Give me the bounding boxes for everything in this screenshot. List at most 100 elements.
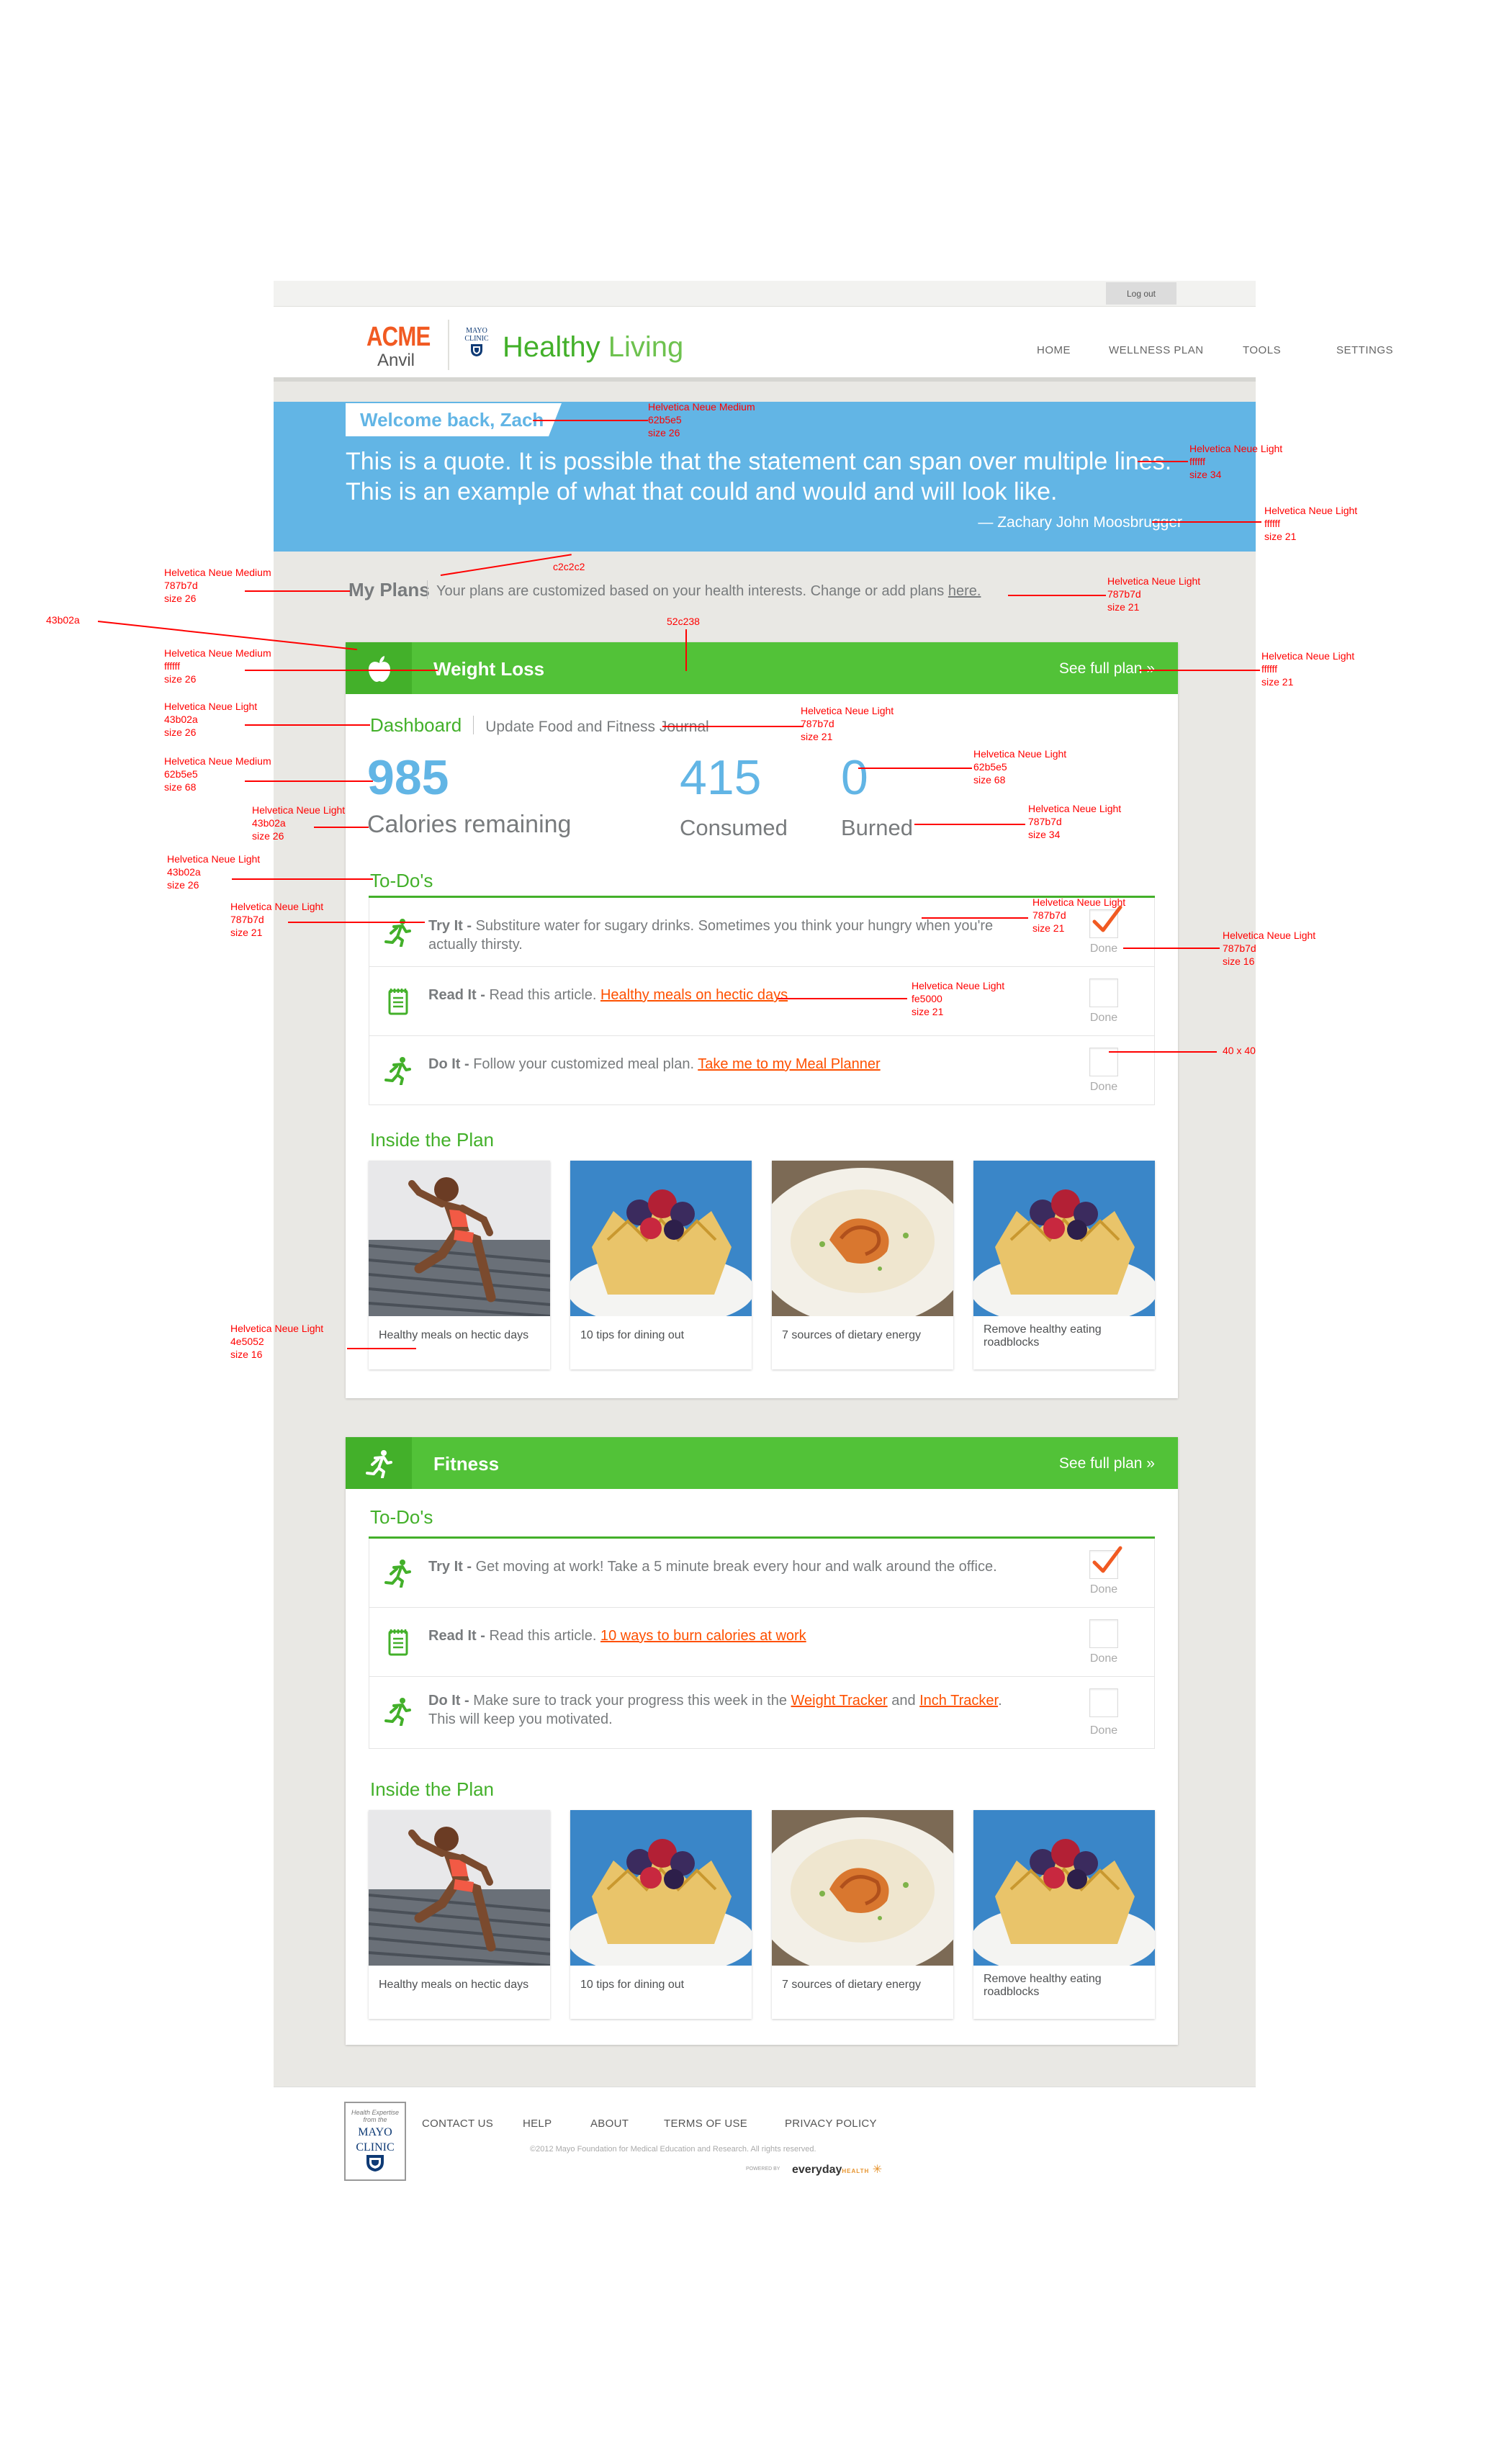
thumbnail-card[interactable]: Healthy meals on hectic days [369, 1810, 550, 2019]
mayo-shield-icon [366, 2155, 384, 2172]
todo-checkbox[interactable] [1089, 978, 1118, 1007]
tab-dashboard[interactable]: Dashboard [370, 714, 462, 736]
anno-line: Helvetica Neue Light [1261, 650, 1355, 662]
thumbnail-card[interactable]: 7 sources of dietary energy [772, 1810, 953, 2019]
burn-calories-link[interactable]: 10 ways to burn calories at work [600, 1628, 806, 1644]
todo-checkbox[interactable] [1089, 1619, 1118, 1648]
anno-line: size 21 [1032, 922, 1065, 934]
footer-about[interactable]: ABOUT [590, 2118, 629, 2130]
todo-text: Read It - Read this article. 10 ways to … [428, 1626, 1033, 1645]
runner-icon [366, 1450, 392, 1478]
anno-line: size 21 [230, 927, 263, 938]
everyday-health-logo[interactable]: everydayHEALTH ✳ [792, 2162, 882, 2177]
footer-help[interactable]: HELP [523, 2118, 552, 2130]
weight-loss-todos-title: To-Do's [370, 870, 433, 891]
thumbnail-card[interactable]: Remove healthy eating roadblocks [973, 1161, 1155, 1369]
anno-line: size 34 [1028, 829, 1061, 840]
annotation-line [685, 629, 687, 671]
change-plans-link[interactable]: here. [948, 583, 981, 599]
anno-line: size 21 [1107, 601, 1140, 613]
thumbnail-card[interactable]: Healthy meals on hectic days [369, 1161, 550, 1369]
mayo-name-1: MAYO [358, 2126, 392, 2138]
annotation-line [1152, 521, 1261, 523]
acme-logo[interactable]: ACME Anvil [360, 323, 432, 370]
header: ACME Anvil MAYO CLINIC Healthy Living HO… [274, 307, 1393, 382]
healthy-meals-link[interactable]: Healthy meals on hectic days [600, 987, 788, 1003]
top-bar: Log out [274, 281, 1256, 307]
anno-line: Helvetica Neue Medium [164, 647, 271, 659]
thumbnail-card[interactable]: 7 sources of dietary energy [772, 1161, 953, 1369]
meal-planner-link[interactable]: Take me to my Meal Planner [698, 1056, 880, 1072]
nav-settings[interactable]: SETTINGS [1336, 344, 1393, 356]
anno-line: Helvetica Neue Light [230, 1323, 324, 1334]
weight-loss-see-full-plan[interactable]: See full plan » [1059, 660, 1155, 678]
fitness-icon-box [346, 1437, 412, 1489]
anno-line: Helvetica Neue Light [167, 853, 261, 865]
tab-separator [473, 716, 474, 734]
anno-line: 62b5e5 [648, 414, 682, 426]
anno-line: 787b7d [801, 718, 834, 729]
todo-checkbox[interactable] [1089, 1688, 1118, 1717]
anno-line: size 21 [1261, 676, 1294, 688]
nav-wellness-plan[interactable]: WELLNESS PLAN [1109, 344, 1204, 356]
anno-line: size 26 [167, 879, 199, 891]
annotation-burned-label: Helvetica Neue Light 787b7d size 34 [1028, 802, 1121, 841]
todo-body: Read this article. [485, 1628, 600, 1644]
fitness-see-full-plan[interactable]: See full plan » [1059, 1455, 1155, 1472]
annotation-seeall: Helvetica Neue Light ffffff size 21 [1261, 649, 1354, 688]
annotation-line [533, 420, 648, 421]
annotation-card-title: Helvetica Neue Medium ffffff size 26 [164, 647, 271, 685]
footer: Health Expertise from the MAYO CLINIC CO… [274, 2087, 1256, 2195]
my-plans-description: Your plans are customized based on your … [436, 583, 981, 600]
anno-line: size 21 [801, 731, 833, 742]
weight-loss-title: Weight Loss [433, 658, 545, 680]
anno-line: 787b7d [230, 914, 264, 925]
annotation-line [662, 726, 804, 727]
mayo-tagline: Health Expertise from the [351, 2109, 400, 2123]
nav-tools[interactable]: TOOLS [1243, 344, 1281, 356]
thumbnail-caption: 10 tips for dining out [580, 1979, 685, 1991]
todo-kind: Do It - [428, 1056, 469, 1072]
annotation-myplans-desc: Helvetica Neue Light 787b7d size 21 [1107, 575, 1200, 613]
todo-done-label: Done [1089, 1583, 1118, 1596]
weight-tracker-link[interactable]: Weight Tracker [791, 1693, 888, 1709]
annotation-line [245, 590, 350, 592]
thumbnail-caption: 7 sources of dietary energy [782, 1329, 921, 1341]
quote-line-1: This is a quote. It is possible that the… [346, 448, 1172, 475]
anno-line: Helvetica Neue Light [230, 901, 324, 912]
anno-line: 787b7d [1028, 816, 1062, 827]
logout-button[interactable]: Log out [1106, 282, 1176, 305]
inch-tracker-link[interactable]: Inch Tracker [919, 1693, 998, 1709]
annotation-line [245, 670, 438, 671]
calories-remaining-label: Calories remaining [367, 811, 572, 838]
footer-privacy[interactable]: PRIVACY POLICY [785, 2118, 877, 2130]
fitness-header: Fitness See full plan » [346, 1437, 1178, 1489]
anno-line: Helvetica Neue Light [164, 701, 258, 712]
anno-line: Helvetica Neue Light [1189, 443, 1283, 454]
thumbnail-caption: Remove healthy eating roadblocks [984, 1973, 1102, 1998]
anno-line: 787b7d [1032, 909, 1066, 921]
berry-tart-image [973, 1161, 1155, 1316]
mayo-clinic-footer-logo[interactable]: Health Expertise from the MAYO CLINIC [344, 2102, 406, 2181]
todo-checkbox[interactable] [1089, 1546, 1122, 1579]
anno-line: size 16 [230, 1349, 263, 1360]
annotation-line [922, 917, 1028, 919]
notepad-icon [388, 1629, 408, 1656]
todo-body: Substiture water for sugary drinks. Some… [428, 918, 994, 953]
annotation-dashboard: Helvetica Neue Light 43b02a size 26 [164, 700, 257, 739]
thumbnail-card[interactable]: Remove healthy eating roadblocks [973, 1810, 1155, 2019]
thumbnail-card[interactable]: 10 tips for dining out [570, 1810, 752, 2019]
fitness-inside-title: Inside the Plan [370, 1778, 495, 1800]
anno-line: size 26 [252, 830, 284, 842]
annotation-line [232, 878, 373, 880]
anno-line: Helvetica Neue Medium [648, 401, 755, 413]
footer-contact-us[interactable]: CONTACT US [422, 2118, 493, 2130]
footer-terms[interactable]: TERMS OF USE [664, 2118, 747, 2130]
anno-line: Helvetica Neue Light [1223, 930, 1316, 941]
quote-banner: Welcome back, Zach This is a quote. It i… [274, 402, 1256, 552]
healthy-living-brand[interactable]: Healthy Living [503, 331, 683, 364]
thumbnail-caption: Healthy meals on hectic days [379, 1329, 529, 1341]
thumbnail-card[interactable]: 10 tips for dining out [570, 1161, 752, 1369]
burned-number: 0 [841, 750, 868, 805]
nav-home[interactable]: HOME [1037, 344, 1071, 356]
